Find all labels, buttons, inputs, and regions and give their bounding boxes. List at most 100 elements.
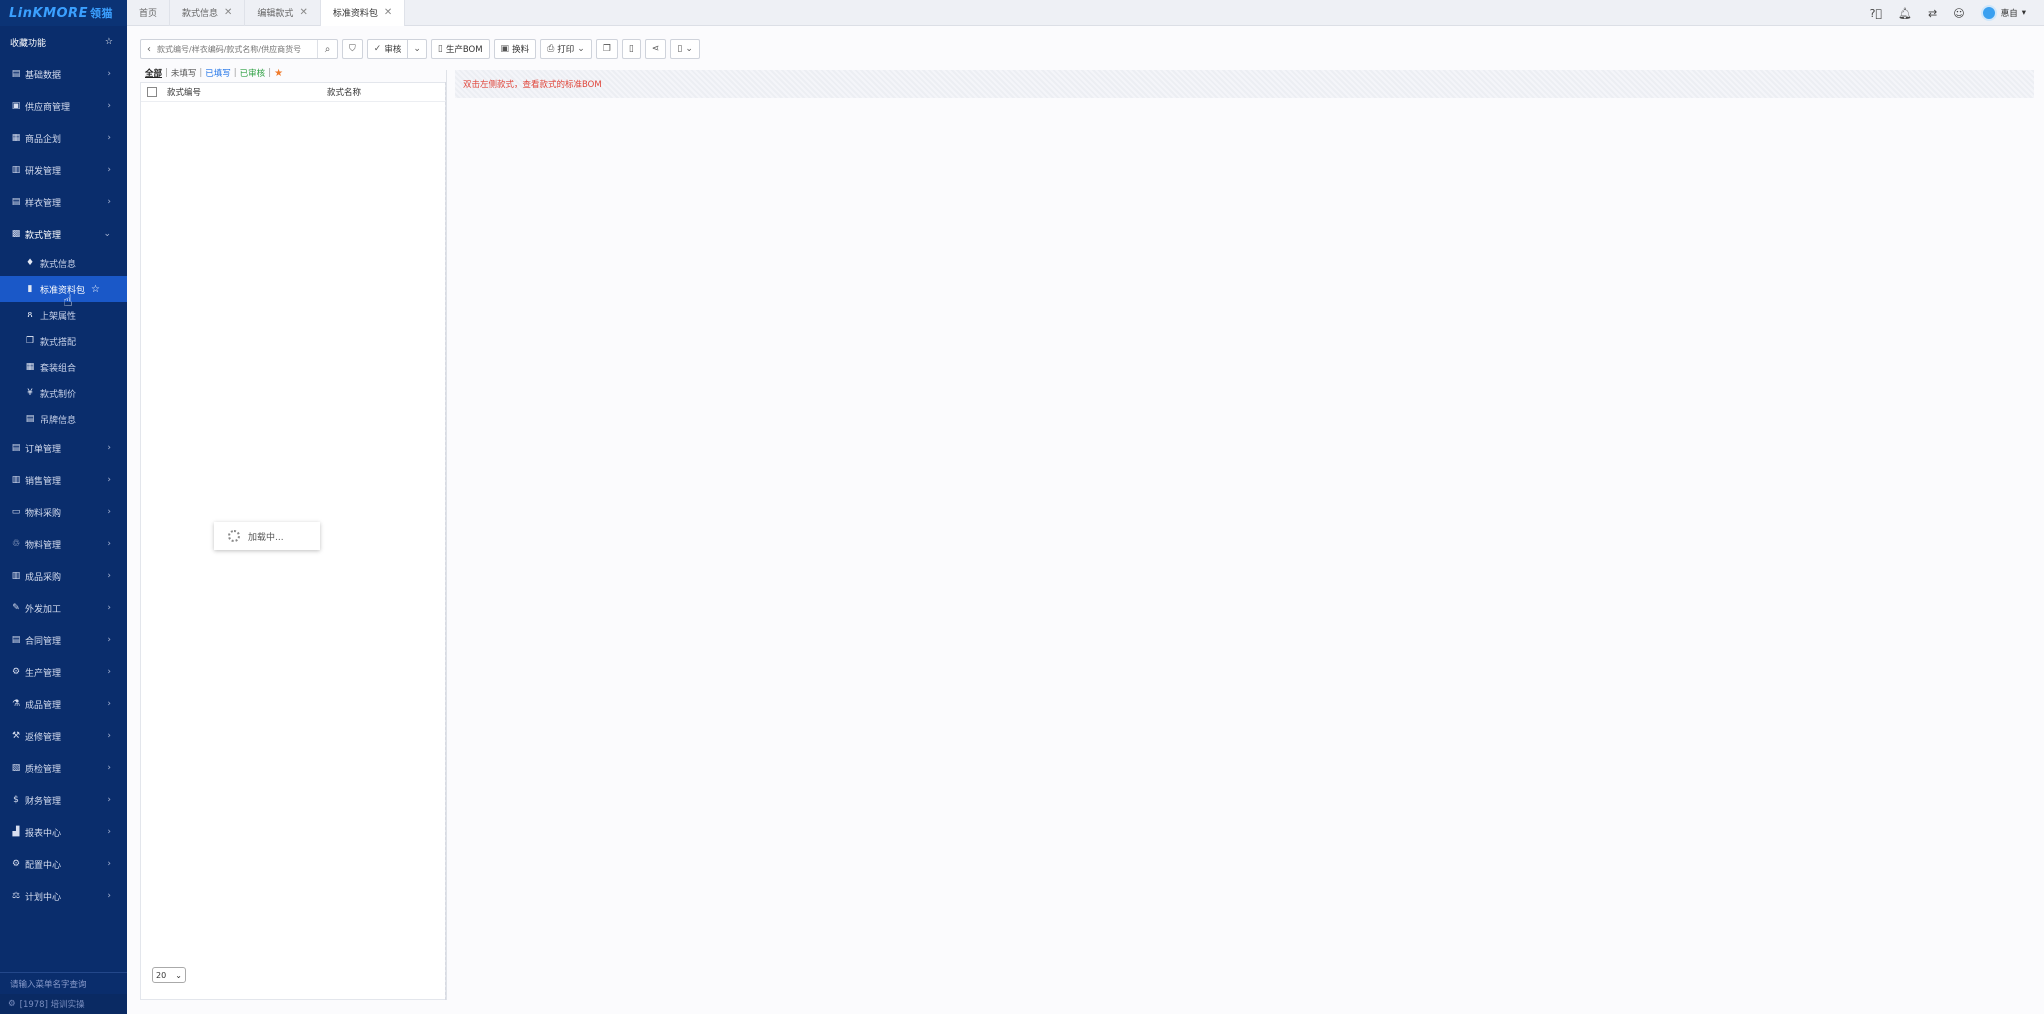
sidebar-item-14[interactable]: ⚖ 计划中心 ›	[0, 880, 127, 912]
sidebar-item-label: 计划中心	[25, 892, 62, 903]
tab-0[interactable]: 首页	[127, 0, 171, 26]
header-actions: ?⃝ 🔔︎ ⇄ ☺ 惠自 ▾	[1870, 0, 2026, 26]
sidebar-subitem-0[interactable]: ♦ 款式信息	[0, 250, 127, 276]
sidebar-item-4[interactable]: ▥ 成品采购 ›	[0, 560, 127, 592]
sidebar-item-11[interactable]: $ 财务管理 ›	[0, 784, 127, 816]
page-size-select[interactable]: 20 ⌄	[152, 967, 186, 983]
sidebar-subitem-label: 款式信息	[40, 259, 77, 270]
sidebar-subitem-label: 吊牌信息	[40, 415, 77, 426]
sidebar-item-4[interactable]: ▤ 样衣管理 ›	[0, 186, 127, 218]
close-icon[interactable]: ✕	[224, 7, 232, 18]
sidebar-item-label: 物料采购	[25, 508, 62, 519]
select-all-checkbox[interactable]	[147, 87, 157, 97]
column-style-code[interactable]: 款式编号	[167, 86, 327, 98]
filter-filled[interactable]: 已填写	[205, 67, 231, 79]
sidebar-item-5[interactable]: ✎ 外发加工 ›	[0, 592, 127, 624]
filter-audited[interactable]: 已审核	[240, 67, 266, 79]
print-label: 打印	[557, 45, 575, 55]
tab-1[interactable]: 款式信息 ✕	[170, 0, 246, 26]
outsource-icon: ✎	[12, 603, 20, 613]
filter-unfilled[interactable]: 未填写	[171, 67, 197, 79]
style-search: ‹ ⌕	[140, 39, 338, 59]
share-button[interactable]: ⋖	[644, 39, 667, 59]
bank-icon: ▥	[11, 475, 21, 485]
tab-2[interactable]: 编辑款式 ✕	[245, 0, 321, 26]
sidebar-item-label: 质检管理	[25, 764, 62, 775]
sidebar-item-7[interactable]: ⚙ 生产管理 ›	[0, 656, 127, 688]
audit-dropdown-button[interactable]: ⌄	[408, 39, 427, 59]
loading-text: 加载中...	[248, 532, 284, 543]
more-file-button[interactable]: ▯ ⌄	[670, 39, 700, 59]
file-button[interactable]: ▯	[621, 39, 641, 59]
filter-separator: |	[268, 68, 272, 78]
logo: LinKMORE 领猫	[0, 0, 127, 26]
switch-icon[interactable]: ⇄	[1928, 7, 1937, 20]
sidebar-item-3[interactable]: ▥ 研发管理 ›	[0, 154, 127, 186]
chevron-right-icon: ›	[107, 795, 111, 805]
sidebar-item-3[interactable]: ♲ 物料管理 ›	[0, 528, 127, 560]
production-bom-button[interactable]: ▯ 生产BOM	[430, 39, 490, 59]
chevron-right-icon: ›	[107, 859, 111, 869]
search-icon[interactable]: ⌕	[317, 40, 337, 58]
sidebar-item-10[interactable]: ▧ 质检管理 ›	[0, 752, 127, 784]
sidebar-item-2[interactable]: ▦ 商品企划 ›	[0, 122, 127, 154]
chevron-right-icon: ›	[107, 667, 111, 677]
product-purchase-icon: ▥	[11, 571, 21, 581]
tab-3[interactable]: 标准资料包 ✕	[320, 0, 406, 26]
bell-icon[interactable]: 🔔︎	[1898, 7, 1912, 20]
caret-down-icon: ▾	[2021, 8, 2026, 18]
favorites-label: 收藏功能	[10, 38, 47, 49]
sidebar-subitem-5[interactable]: ¥ 款式制价	[0, 380, 127, 406]
sidebar-subitem-3[interactable]: ❐ 款式搭配	[0, 328, 127, 354]
menu-search-input[interactable]: 请输入菜单名字查询	[0, 972, 127, 994]
spinner-icon	[228, 530, 240, 542]
sidebar-item-8[interactable]: ⚗ 成品管理 ›	[0, 688, 127, 720]
sidebar-favorites[interactable]: 收藏功能 ☆	[0, 26, 127, 58]
close-icon[interactable]: ✕	[384, 7, 392, 18]
help-icon[interactable]: ?⃝	[1870, 7, 1882, 20]
sidebar-subitem-6[interactable]: ▤ 吊牌信息	[0, 406, 127, 432]
filter-all[interactable]: 全部	[145, 67, 162, 79]
chevron-right-icon: ›	[107, 891, 111, 901]
order-icon: ▤	[11, 443, 21, 453]
column-style-name[interactable]: 款式名称	[327, 86, 445, 98]
chevron-right-icon: ›	[107, 763, 111, 773]
support-icon[interactable]: ☺	[1953, 7, 1964, 20]
filter-starred-icon[interactable]: ★	[274, 68, 283, 79]
sidebar-item-label: 基础数据	[25, 70, 62, 81]
settings-icon[interactable]: ⚙	[8, 999, 16, 1009]
sidebar-item-5[interactable]: ▩ 款式管理 ⌄	[0, 218, 127, 250]
sidebar-item-13[interactable]: ⚙ 配置中心 ›	[0, 848, 127, 880]
sidebar-item-0[interactable]: ▤ 订单管理 ›	[0, 432, 127, 464]
print-button[interactable]: ⎙ 打印 ⌄	[540, 39, 592, 59]
close-icon[interactable]: ✕	[299, 7, 307, 18]
check-icon: ✓	[373, 44, 382, 54]
contract-icon: ▤	[11, 635, 21, 645]
sidebar-item-0[interactable]: ▤ 基础数据 ›	[0, 58, 127, 90]
filter-button[interactable]: ⛉	[342, 39, 363, 59]
chevron-right-icon: ›	[107, 539, 111, 549]
sidebar-item-12[interactable]: ▟ 报表中心 ›	[0, 816, 127, 848]
user-menu[interactable]: 惠自 ▾	[1980, 5, 2026, 21]
sidebar-item-label: 报表中心	[25, 828, 62, 839]
tab-label: 标准资料包	[332, 9, 378, 19]
copy-button[interactable]: ❐	[595, 39, 618, 59]
printer-icon: ⎙	[547, 44, 555, 54]
sidebar-item-6[interactable]: ▤ 合同管理 ›	[0, 624, 127, 656]
sidebar-subitem-4[interactable]: ▦ 套装组合	[0, 354, 127, 380]
supplier-icon: ▣	[11, 101, 21, 111]
sample-icon: ▤	[11, 197, 21, 207]
swap-label: 换料	[512, 45, 530, 55]
swap-material-button[interactable]: ▣ 换料	[493, 39, 537, 59]
sidebar-item-1[interactable]: ▥ 销售管理 ›	[0, 464, 127, 496]
sidebar-item-1[interactable]: ▣ 供应商管理 ›	[0, 90, 127, 122]
sidebar-item-2[interactable]: ▭ 物料采购 ›	[0, 496, 127, 528]
chevron-left-icon[interactable]: ‹	[141, 44, 157, 55]
sidebar-item-label: 配置中心	[25, 860, 62, 871]
star-outline-icon[interactable]: ☆	[91, 284, 100, 295]
style-search-input[interactable]	[157, 40, 317, 58]
sidebar-subitem-label: 款式制价	[40, 389, 77, 400]
sidebar-item-9[interactable]: ⚒ 返修管理 ›	[0, 720, 127, 752]
star-outline-icon[interactable]: ☆	[105, 37, 113, 47]
audit-button[interactable]: ✓ 审核	[366, 39, 409, 59]
